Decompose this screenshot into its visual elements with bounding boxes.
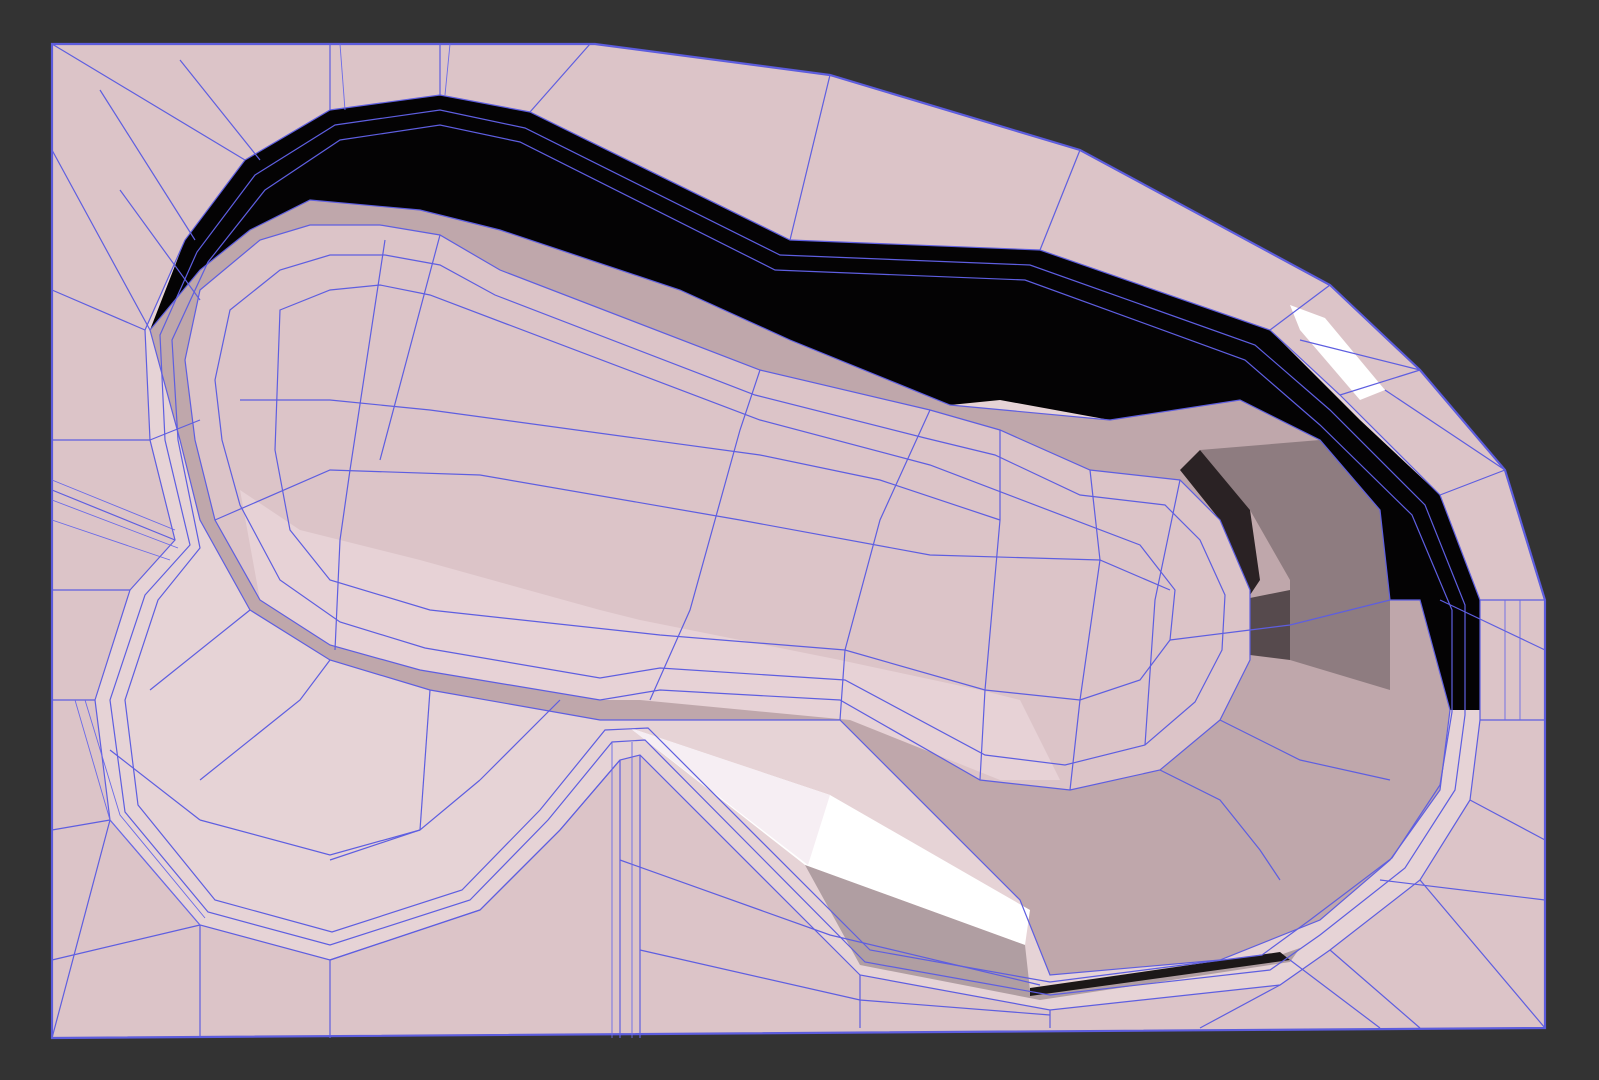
3d-viewport[interactable] (0, 0, 1599, 1080)
mesh-wireframe-render[interactable] (0, 0, 1599, 1080)
